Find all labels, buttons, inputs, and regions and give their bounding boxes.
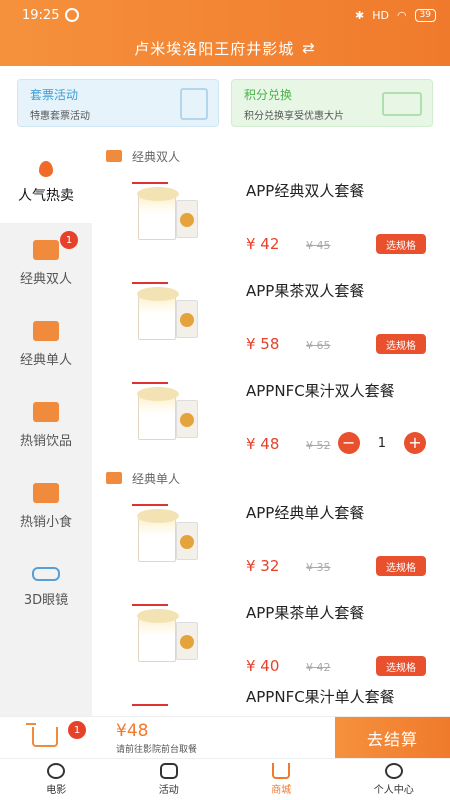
section-header: 经典双人 <box>92 142 450 170</box>
product-name: APPNFC果汁单人套餐 <box>246 688 395 706</box>
popcorn-icon <box>33 240 59 260</box>
product-original-price: ¥ 52 <box>306 439 331 452</box>
sidebar-item-classic-double[interactable]: 经典双人 1 <box>0 223 92 304</box>
checkout-button[interactable]: 去结算 <box>335 717 450 759</box>
product-image <box>132 382 212 444</box>
cart-icon[interactable] <box>26 723 58 747</box>
product-name: APP经典单人套餐 <box>246 504 365 522</box>
product-card[interactable]: APPNFC果汁单人套餐 <box>92 688 450 716</box>
app-header: 19:25 ✱ HD ◠ 39 卢米埃洛阳王府井影城 ⇄ <box>0 0 450 66</box>
wifi-icon: ◠ <box>396 8 407 22</box>
product-original-price: ¥ 45 <box>306 239 331 252</box>
tab-label: 商城 <box>271 785 292 796</box>
product-price: ¥ 42 <box>246 235 280 253</box>
vip-ticket-icon <box>382 92 422 116</box>
gift-icon <box>159 763 178 779</box>
product-original-price: ¥ 35 <box>306 561 331 574</box>
sidebar-item-label: 3D眼镜 <box>23 593 69 608</box>
bottom-tab-bar: 电影 活动 商城 个人中心 <box>0 758 450 800</box>
category-sidebar: 人气热卖 经典双人 1 经典单人 热销饮品 热销小食 3D眼镜 <box>0 142 92 716</box>
tab-profile[interactable]: 个人中心 <box>338 759 450 800</box>
product-image <box>132 182 212 244</box>
popcorn-icon <box>106 472 122 484</box>
product-name: APP果茶单人套餐 <box>246 604 365 622</box>
product-name: APP经典双人套餐 <box>246 182 365 200</box>
tab-movies[interactable]: 电影 <box>0 759 113 800</box>
product-original-price: ¥ 42 <box>306 661 331 674</box>
product-card[interactable]: APPNFC果汁双人套餐 ¥ 48 ¥ 52 − 1 + <box>92 370 450 470</box>
product-card[interactable]: APP果茶单人套餐 ¥ 40 ¥ 42 选规格 <box>92 592 450 692</box>
product-image <box>132 504 212 566</box>
status-time: 19:25 <box>22 7 60 23</box>
product-original-price: ¥ 65 <box>306 339 331 352</box>
section-title: 经典单人 <box>132 471 181 486</box>
film-reel-icon <box>47 763 66 779</box>
tab-label: 活动 <box>158 785 179 796</box>
popcorn-icon <box>106 150 122 162</box>
alarm-icon <box>65 8 80 22</box>
sidebar-item-snacks[interactable]: 热销小食 <box>0 466 92 547</box>
product-card[interactable]: APP经典单人套餐 ¥ 32 ¥ 35 选规格 <box>92 492 450 592</box>
drink-cup-icon <box>180 88 208 120</box>
product-price: ¥ 48 <box>246 435 280 453</box>
product-name: APP果茶双人套餐 <box>246 282 365 300</box>
select-spec-button[interactable]: 选规格 <box>376 556 426 576</box>
cart-count-badge: 1 <box>68 721 86 739</box>
snack-icon <box>33 483 59 503</box>
network-label: HD <box>372 8 389 22</box>
sidebar-item-label: 热销饮品 <box>19 434 72 449</box>
category-count-badge: 1 <box>60 231 78 249</box>
product-list: 经典双人 APP经典双人套餐 ¥ 42 ¥ 45 选规格 APP果茶双人套餐 ¥… <box>92 142 450 716</box>
battery-indicator: 39 <box>414 8 436 22</box>
cart-bar: 1 ¥48 请前往影院前台取餐 去结算 <box>0 716 450 759</box>
glasses-icon <box>32 567 60 581</box>
cinema-name: 卢米埃洛阳王府井影城 <box>134 39 295 58</box>
status-bar: 19:25 ✱ HD ◠ 39 <box>0 0 450 30</box>
product-image <box>132 704 212 716</box>
promo-banner-row: 套票活动 特惠套票活动 积分兑换 积分兑换享受优惠大片 <box>0 66 450 142</box>
sidebar-item-3d-glasses[interactable]: 3D眼镜 <box>0 547 92 628</box>
decrease-button[interactable]: − <box>337 432 360 454</box>
drink-icon <box>33 402 59 422</box>
sidebar-item-label: 热销小食 <box>19 515 72 530</box>
flame-icon <box>39 160 53 177</box>
product-card[interactable]: APP经典双人套餐 ¥ 42 ¥ 45 选规格 <box>92 170 450 270</box>
quantity-stepper: − 1 + <box>337 432 426 454</box>
section-title: 经典双人 <box>132 149 181 164</box>
select-spec-button[interactable]: 选规格 <box>376 234 426 254</box>
tab-shop[interactable]: 商城 <box>225 759 338 800</box>
cart-total: ¥48 <box>116 721 149 741</box>
product-image <box>132 604 212 666</box>
sidebar-item-label: 人气热卖 <box>18 187 74 204</box>
tab-label: 电影 <box>46 785 67 796</box>
user-icon <box>384 763 403 779</box>
tab-events[interactable]: 活动 <box>113 759 226 800</box>
promo-package-card[interactable]: 套票活动 特惠套票活动 <box>17 79 219 127</box>
popcorn-icon <box>33 321 59 341</box>
product-name: APPNFC果汁双人套餐 <box>246 382 395 400</box>
select-spec-button[interactable]: 选规格 <box>376 656 426 676</box>
product-image <box>132 282 212 344</box>
product-price: ¥ 32 <box>246 557 280 575</box>
sidebar-item-classic-single[interactable]: 经典单人 <box>0 304 92 385</box>
sidebar-item-label: 经典单人 <box>19 353 72 368</box>
sidebar-item-popular[interactable]: 人气热卖 <box>0 142 92 223</box>
promo-points-card[interactable]: 积分兑换 积分兑换享受优惠大片 <box>231 79 433 127</box>
increase-button[interactable]: + <box>404 432 426 454</box>
sidebar-item-drinks[interactable]: 热销饮品 <box>0 385 92 466</box>
tab-label: 个人中心 <box>373 785 414 796</box>
product-card[interactable]: APP果茶双人套餐 ¥ 58 ¥ 65 选规格 <box>92 270 450 370</box>
bluetooth-icon: ✱ <box>354 8 365 22</box>
sidebar-item-label: 经典双人 <box>19 272 72 287</box>
cart-icon <box>272 763 291 779</box>
product-price: ¥ 58 <box>246 335 280 353</box>
select-spec-button[interactable]: 选规格 <box>376 334 426 354</box>
cinema-selector[interactable]: 卢米埃洛阳王府井影城 ⇄ <box>0 30 450 66</box>
quantity-value: 1 <box>377 435 386 451</box>
swap-icon: ⇄ <box>302 39 316 57</box>
product-price: ¥ 40 <box>246 657 280 675</box>
pickup-note: 请前往影院前台取餐 <box>116 745 198 755</box>
